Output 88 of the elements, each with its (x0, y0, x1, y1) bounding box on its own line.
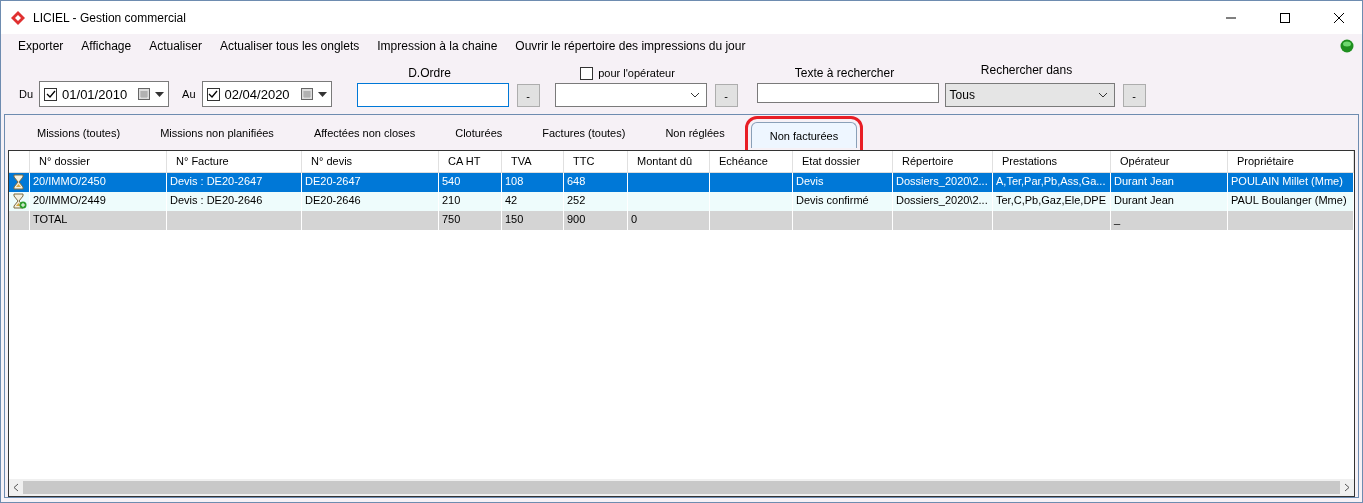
field-label: D.Ordre (408, 66, 451, 80)
table-cell: Devis confirmé (796, 194, 869, 206)
tab[interactable]: Cloturées (435, 122, 523, 148)
date-field[interactable]: 01/01/2010 (39, 81, 170, 107)
date-label: Du (19, 87, 34, 101)
table-row[interactable]: 20/IMMO/2450 Devis : DE20-2647 DE20-2647 540 108 648 Devis Dossiers_2020\2... A,Ter,Par,Pb,Ass,Ga... Durant Jean POULAIN Millet (Mme) (9, 173, 1354, 192)
table-cell: Devis : DE20-2647 (170, 175, 263, 187)
table-cell: 0 (631, 213, 638, 225)
tab[interactable]: Missions non planifiées (140, 122, 294, 148)
table-cell: 20/IMMO/2449 (33, 194, 106, 206)
table-cell: 648 (567, 175, 586, 187)
menu-item[interactable]: Ouvrir le répertoire des impressions du jour (506, 39, 755, 53)
scroll-right-icon[interactable] (1343, 483, 1351, 492)
tab[interactable]: Affectées non closes (293, 122, 436, 148)
column-header[interactable]: TTC (564, 151, 628, 172)
calendar-icon (138, 88, 151, 100)
column-header[interactable]: N° dossier (30, 151, 167, 172)
column-header[interactable]: Répertoire (893, 151, 993, 172)
checkbox-label: pour l'opérateur (598, 66, 675, 80)
table-cell: TOTAL (33, 213, 68, 225)
app-logo-icon (11, 10, 25, 25)
table-row[interactable]: TOTAL 750 150 900 0 _ (9, 211, 1354, 230)
table-cell: A,Ter,Par,Pb,Ass,Ga... (996, 175, 1106, 187)
table-row[interactable]: 20/IMMO/2449 Devis : DE20-2646 DE20-2646 210 42 252 Devis confirmé Dossiers_2020\2... Ter,C,Pb,Gaz,Ele,DPE Durant Jean PAUL Boulanger (Mme) (9, 192, 1354, 211)
search-field[interactable] (756, 83, 939, 103)
column-header[interactable]: Opérateur (1111, 151, 1228, 172)
table-cell: Durant Jean (1114, 194, 1174, 206)
chevron-down-icon (689, 92, 700, 98)
tab[interactable]: Missions (toutes) (17, 122, 141, 148)
table-cell: Dossiers_2020\2... (896, 194, 988, 206)
checkbox[interactable] (44, 87, 58, 101)
chevron-down-icon (1097, 92, 1108, 98)
checkbox[interactable] (206, 87, 220, 101)
clear-button[interactable]: - (1122, 84, 1146, 107)
column-header[interactable]: TVA (502, 151, 564, 172)
table-cell: Devis : DE20-2646 (170, 194, 263, 206)
column-header[interactable]: Montant dû (628, 151, 710, 172)
scrollbar-thumb[interactable] (23, 481, 1340, 494)
table-cell: 540 (442, 175, 461, 187)
table-cell: 252 (567, 194, 586, 206)
field-label: Texte à rechercher (794, 66, 895, 80)
hourglass-add-icon (11, 193, 27, 209)
table-cell: 20/IMMO/2450 (33, 175, 106, 187)
column-header[interactable]: Prestations (993, 151, 1111, 172)
table-cell: DE20-2647 (305, 175, 361, 187)
table-cell: 150 (505, 213, 524, 225)
menu-item[interactable]: Exporter (9, 39, 73, 53)
table-cell: Dossiers_2020\2... (896, 175, 988, 187)
menu-item[interactable]: Affichage (72, 39, 141, 53)
table-cell: 108 (505, 175, 524, 187)
tab[interactable]: Factures (toutes) (522, 122, 646, 148)
window-title: LICIEL - Gestion commercial (33, 10, 187, 25)
scroll-left-icon[interactable] (12, 483, 20, 492)
table-cell: 210 (442, 194, 461, 206)
table-cell: Ter,C,Pb,Gaz,Ele,DPE (996, 194, 1107, 206)
column-header[interactable]: CA HT (439, 151, 502, 172)
table-cell: 750 (442, 213, 461, 225)
date-field[interactable]: 02/04/2020 (201, 81, 332, 107)
dropdown-arrow-icon (155, 91, 165, 97)
table-cell: PAUL Boulanger (Mme) (1231, 194, 1347, 206)
menu-item[interactable]: Impression à la chaine (368, 39, 507, 53)
table-cell: DE20-2646 (305, 194, 361, 206)
column-header[interactable]: N° devis (302, 151, 439, 172)
date-label: Au (182, 87, 196, 101)
table-cell: 900 (567, 213, 586, 225)
table-cell: _ (1114, 213, 1121, 225)
column-header[interactable]: Echéance (710, 151, 793, 172)
menu-item[interactable]: Actualiser tous les onglets (210, 39, 369, 53)
operator-dropdown[interactable] (554, 83, 707, 107)
hourglass-icon (11, 174, 27, 190)
menu-item[interactable]: Actualiser (140, 39, 211, 53)
clear-button[interactable]: - (516, 84, 540, 107)
tab[interactable]: Non réglées (645, 122, 745, 148)
field-label: Rechercher dans (980, 63, 1073, 79)
order-field[interactable] (356, 83, 509, 107)
table-cell: 42 (505, 194, 518, 206)
table-cell: POULAIN Millet (Mme) (1231, 175, 1343, 187)
status-light-icon (1340, 39, 1354, 53)
column-header[interactable]: Propriétaire (1228, 151, 1354, 172)
calendar-icon (300, 88, 313, 100)
dropdown-arrow-icon (317, 91, 327, 97)
column-header[interactable]: N° Facture (167, 151, 302, 172)
search-in-dropdown[interactable]: Tous (944, 83, 1115, 107)
table-cell: Durant Jean (1114, 175, 1174, 187)
table-cell: Devis (796, 175, 824, 187)
column-header[interactable]: Etat dossier (793, 151, 893, 172)
clear-button[interactable]: - (714, 84, 738, 107)
checkbox[interactable] (580, 66, 594, 80)
